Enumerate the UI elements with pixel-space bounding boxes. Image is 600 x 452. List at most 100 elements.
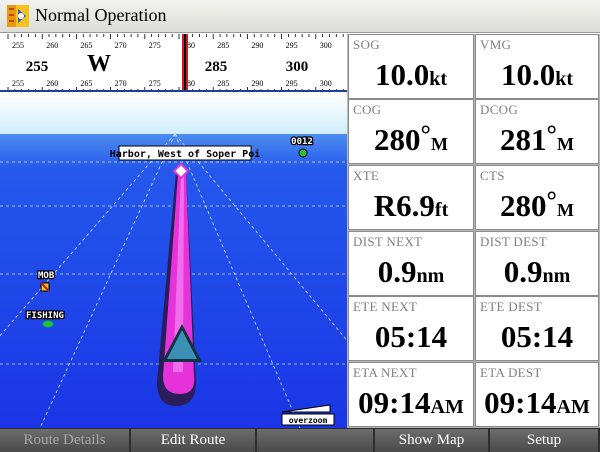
degree-symbol: ° [546, 120, 557, 149]
value-unit: kt [555, 68, 574, 90]
compass-tick-label: 270 [115, 41, 127, 50]
zoom-indicator: overzoom [289, 416, 328, 425]
value-number: 280 [500, 188, 547, 223]
compass-tick-label: 300 [320, 41, 332, 50]
data-field-value: 0.9nm [349, 254, 473, 290]
value-number: 0.9 [503, 254, 543, 289]
data-field-value: 281°M [476, 120, 598, 158]
compass-tape: 255260265270275280285290295300305 255260… [0, 34, 347, 92]
softkey-show-map[interactable]: Show Map [375, 429, 490, 452]
waypoint-code-label: 0012 [291, 137, 313, 147]
value-unit: kt [429, 68, 448, 90]
compass-major-label: 255 [26, 59, 49, 75]
compass-major-label: 300 [286, 59, 309, 75]
value-number: R6.9 [373, 188, 435, 223]
data-field-value: 10.0kt [349, 57, 473, 93]
fish-icon[interactable] [42, 320, 54, 328]
data-field-dcog[interactable]: DCOG 281°M [475, 99, 599, 164]
data-field-label: ETA DEST [480, 365, 542, 380]
compass-tick-label: 295 [286, 79, 298, 88]
data-field-label: DIST NEXT [353, 234, 423, 249]
navigation-pane: 255260265270275280285290295300305 255260… [0, 34, 347, 428]
compass-top-labels: 255260265270275280285290295300305 [12, 41, 332, 50]
value-unit: nm [416, 265, 445, 287]
compass-tick-label: 290 [251, 79, 263, 88]
data-field-xte[interactable]: XTE R6.9ft [348, 165, 474, 230]
softkey-edit-route[interactable]: Edit Route [131, 429, 257, 452]
value-number: 10.0 [374, 57, 430, 92]
compass-tick-label: 285 [217, 41, 229, 50]
data-field-label: CTS [480, 168, 505, 183]
mob-label: MOB [38, 271, 55, 281]
garmin-map-icon [7, 5, 29, 27]
data-field-label: DCOG [480, 102, 519, 117]
value-number: 05:14 [374, 319, 448, 354]
value-number: 09:14 [358, 385, 431, 420]
compass-tick-label: 260 [46, 41, 58, 50]
softkey-setup[interactable]: Setup [490, 429, 600, 452]
data-field-label: ETE DEST [480, 299, 542, 314]
compass-tick-label: 255 [12, 41, 24, 50]
data-field-label: ETA NEXT [353, 365, 417, 380]
value-unit: M [430, 134, 448, 154]
data-field-label: VMG [480, 37, 512, 52]
value-unit: M [556, 200, 574, 220]
value-number: 10.0 [500, 57, 556, 92]
compass-tick-label: 260 [46, 79, 58, 88]
value-number: 09:14 [484, 385, 557, 420]
compass-tick-label: 275 [149, 79, 161, 88]
data-field-label: COG [353, 102, 382, 117]
data-field-ete-next[interactable]: ETE NEXT 05:14 [348, 296, 474, 361]
data-field-cog[interactable]: COG 280°M [348, 99, 474, 164]
compass-tick-label: 285 [217, 79, 229, 88]
data-field-vmg[interactable]: VMG 10.0kt [475, 34, 599, 99]
waypoint-flag-icon[interactable] [298, 148, 308, 158]
value-number: 280 [374, 122, 421, 157]
compass-tick-label: 300 [320, 79, 332, 88]
data-field-value: 09:14AM [476, 385, 598, 421]
value-unit: M [556, 134, 574, 154]
compass-major-labels: 255 W 285 300 [26, 51, 309, 77]
data-field-value: 0.9nm [476, 254, 598, 290]
data-field-dist-next[interactable]: DIST NEXT 0.9nm [348, 231, 474, 296]
data-field-cts[interactable]: CTS 280°M [475, 165, 599, 230]
data-field-ete-dest[interactable]: ETE DEST 05:14 [475, 296, 599, 361]
compass-tick-label: 265 [80, 41, 92, 50]
value-unit: ft [434, 199, 449, 221]
data-field-value: 10.0kt [476, 57, 598, 93]
compass-tick-label: 265 [80, 79, 92, 88]
compass-tape-graphic: 255260265270275280285290295300305 255260… [7, 34, 344, 90]
compass-tick-label: 275 [149, 41, 161, 50]
perspective-map[interactable]: Harbor, West of Soper Poi MOB FISHING 00… [0, 94, 347, 428]
data-field-dist-dest[interactable]: DIST DEST 0.9nm [475, 231, 599, 296]
data-field-label: XTE [353, 168, 380, 183]
data-field-sog[interactable]: SOG 10.0kt [348, 34, 474, 99]
data-field-value: 09:14AM [349, 385, 473, 421]
data-field-eta-next[interactable]: ETA NEXT 09:14AM [348, 362, 474, 427]
value-unit: AM [556, 396, 590, 418]
sky [0, 94, 347, 134]
data-field-value: R6.9ft [349, 188, 473, 224]
data-field-value: 280°M [476, 186, 598, 224]
data-field-value: 05:14 [349, 319, 473, 355]
softkey-route-details[interactable]: Route Details [0, 429, 131, 452]
compass-tick-label: 270 [115, 79, 127, 88]
compass-tick-label: 290 [251, 41, 263, 50]
chartplotter-screen: Normal Operation 255 260 265 270 275 280 285 29… [0, 0, 600, 452]
degree-symbol: ° [546, 186, 557, 215]
compass-tick-label: 255 [12, 79, 24, 88]
data-field-value: 280°M [349, 120, 473, 158]
title-bar: Normal Operation [0, 0, 600, 33]
value-unit: nm [542, 265, 571, 287]
softkey-bar: Route Details Edit Route Show Map Setup [0, 428, 600, 452]
compass-tick-label: 295 [286, 41, 298, 50]
page-title: Normal Operation [35, 5, 167, 25]
data-field-value: 05:14 [476, 319, 598, 355]
data-fields-panel: SOG 10.0kt VMG 10.0kt COG 280°M DCOG 281°M XTE R6… [347, 34, 600, 428]
data-field-eta-dest[interactable]: ETA DEST 09:14AM [475, 362, 599, 427]
compass-major-label: 285 [205, 59, 228, 75]
value-number: 281 [500, 122, 547, 157]
data-field-label: SOG [353, 37, 380, 52]
softkey-blank[interactable] [257, 429, 375, 452]
value-number: 0.9 [377, 254, 417, 289]
